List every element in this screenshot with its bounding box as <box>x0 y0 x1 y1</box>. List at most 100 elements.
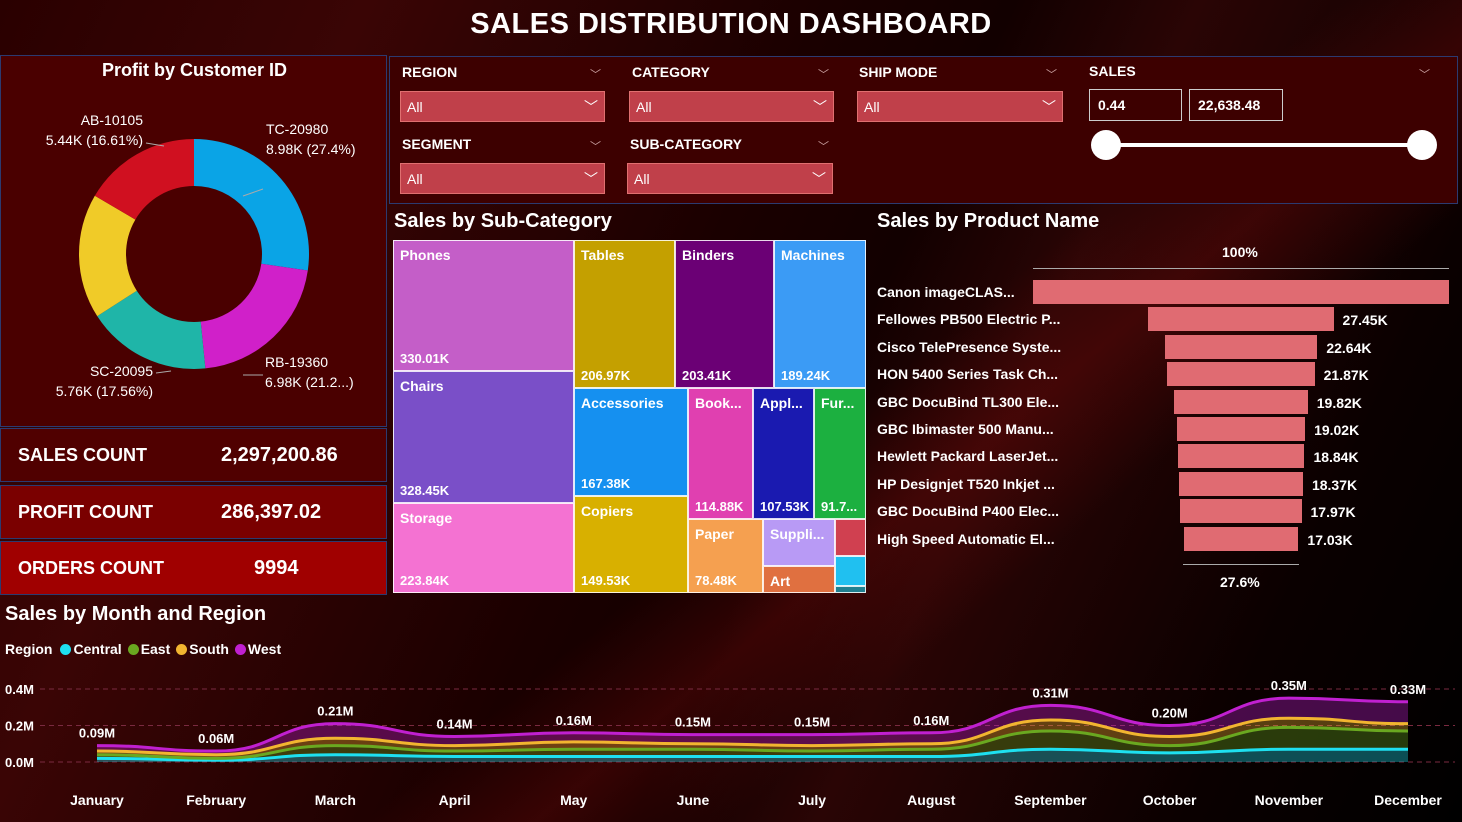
kpi-label: PROFIT COUNT <box>18 501 153 522</box>
kpi-value: 9994 <box>254 556 299 579</box>
funnel-value: 17.97K <box>1310 504 1356 521</box>
treemap-tile[interactable]: Storage 223.84K <box>393 503 574 593</box>
donut-label-value: 6.98K (21.2...) <box>265 374 354 390</box>
treemap-tile[interactable]: Book... 114.88K <box>688 388 753 519</box>
x-tick-label: June <box>677 792 710 808</box>
legend-item-east[interactable]: East <box>127 641 170 657</box>
total-data-label: 0.15M <box>675 715 711 730</box>
funnel-bar[interactable] <box>1179 471 1303 496</box>
treemap-tile[interactable] <box>835 556 866 586</box>
chevron-down-icon[interactable]: ﹀ <box>590 138 601 154</box>
treemap-tile-value: 189.24K <box>781 368 831 383</box>
treemap-tile[interactable]: Art <box>763 566 835 593</box>
treemap-tile[interactable]: Tables 206.97K <box>574 240 675 388</box>
y-tick-label: 0.2M <box>5 719 34 734</box>
funnel-top-percent: 100% <box>1222 244 1258 260</box>
treemap-tile-name: Fur... <box>821 395 855 411</box>
legend-item-central[interactable]: Central <box>60 641 122 657</box>
slider-min-handle[interactable] <box>1091 130 1121 160</box>
treemap-tile-name: Tables <box>581 247 625 263</box>
area-chart[interactable]: 0.4M 0.2M 0.0M 0.09M 0.06M 0.21M 0.14M 0.16M 0.1… <box>0 662 1462 822</box>
x-tick-label: February <box>186 792 246 808</box>
funnel-bar[interactable] <box>1164 334 1318 359</box>
treemap-tile-name: Machines <box>781 247 845 263</box>
kpi-label: ORDERS COUNT <box>18 557 165 578</box>
treemap-tile-value: 78.48K <box>695 573 737 588</box>
funnel-value: 17.03K <box>1307 531 1353 548</box>
treemap-tile[interactable]: Phones 330.01K <box>393 240 574 371</box>
x-tick-label: July <box>798 792 826 808</box>
total-data-label: 0.21M <box>317 704 353 719</box>
total-data-label: 0.06M <box>198 731 234 746</box>
funnel-bar[interactable] <box>1033 280 1449 304</box>
treemap-tile-name: Accessories <box>581 395 664 411</box>
treemap-tile[interactable]: Accessories 167.38K <box>574 388 688 496</box>
treemap-tile[interactable]: Fur... 91.7... <box>814 388 866 519</box>
chevron-down-icon[interactable]: ﹀ <box>1419 66 1430 82</box>
funnel-bar[interactable] <box>1176 417 1306 441</box>
chevron-down-icon[interactable]: ﹀ <box>1046 66 1057 82</box>
donut-label-rb: RB-19360 6.98K (21.2...) <box>265 352 354 392</box>
treemap-tile[interactable]: Appl... 107.53K <box>753 388 814 519</box>
donut-label-value: 5.76K (17.56%) <box>55 383 153 399</box>
treemap-tile-value: 330.01K <box>400 351 450 366</box>
region-select[interactable]: All ﹀ <box>400 91 605 122</box>
treemap-tile[interactable]: Paper 78.48K <box>688 519 763 593</box>
chevron-down-icon[interactable]: ﹀ <box>590 66 601 82</box>
treemap-tile[interactable] <box>835 519 866 556</box>
donut-label-id: AB-10105 <box>80 112 143 128</box>
treemap-title: Sales by Sub-Category <box>394 210 612 232</box>
funnel-bar[interactable] <box>1180 499 1302 524</box>
funnel-bar[interactable] <box>1183 526 1299 551</box>
region-filter-label: REGION <box>402 64 458 80</box>
funnel-product-name: Cisco TelePresence Syste... <box>877 338 1062 355</box>
funnel-product-name: HP Designjet T520 Inkjet ... <box>877 475 1055 492</box>
profit-by-customer-panel: Profit by Customer ID TC-20980 8.98K (27.… <box>0 55 387 427</box>
treemap-chart: Phones 330.01K Chairs 328.45K Storage 223.84K… <box>393 240 866 593</box>
sales-range-slider[interactable] <box>1106 143 1422 147</box>
category-select[interactable]: All ﹀ <box>629 91 834 122</box>
slider-max-handle[interactable] <box>1407 130 1437 160</box>
ship-mode-select[interactable]: All ﹀ <box>857 91 1063 122</box>
sales-max-input[interactable]: 22,638.48 <box>1189 89 1283 121</box>
donut-label-id: RB-19360 <box>265 354 329 370</box>
treemap-tile-value: 149.53K <box>581 573 631 588</box>
sales-min-input[interactable]: 0.44 <box>1089 89 1182 121</box>
treemap-tile-value: 107.53K <box>760 499 810 514</box>
legend-dot <box>60 644 72 655</box>
y-tick-label: 0.4M <box>5 682 34 697</box>
treemap-tile[interactable]: Chairs 328.45K <box>393 371 574 503</box>
legend-item-west[interactable]: West <box>234 641 281 657</box>
funnel-title: Sales by Product Name <box>877 210 1100 232</box>
x-tick-label: April <box>439 792 471 808</box>
funnel-product-name: Fellowes PB500 Electric P... <box>877 311 1061 328</box>
sub-category-select[interactable]: All ﹀ <box>627 163 833 194</box>
treemap-tile[interactable]: Machines 189.24K <box>774 240 866 388</box>
legend-label: Central <box>73 641 122 657</box>
legend-item-south[interactable]: South <box>176 641 229 657</box>
chevron-down-icon[interactable]: ﹀ <box>818 138 829 154</box>
donut-label-id: TC-20980 <box>266 121 329 137</box>
treemap-tile[interactable]: Binders 203.41K <box>675 240 774 388</box>
x-tick-label: October <box>1143 792 1197 808</box>
segment-select[interactable]: All ﹀ <box>400 163 605 194</box>
funnel-bar[interactable] <box>1174 389 1308 414</box>
treemap-tile[interactable] <box>835 586 866 593</box>
funnel-product-name: GBC Ibimaster 500 Manu... <box>877 421 1054 437</box>
funnel-bar[interactable] <box>1167 362 1315 387</box>
total-data-label: 0.09M <box>79 726 115 741</box>
chevron-down-icon: ﹀ <box>812 171 826 187</box>
donut-label-tc: TC-20980 8.98K (27.4%) <box>266 119 356 159</box>
funnel-bar[interactable] <box>1148 307 1334 332</box>
donut-label-id: SC-20095 <box>89 363 153 379</box>
funnel-bar[interactable] <box>1177 444 1305 469</box>
treemap-tile[interactable]: Copiers 149.53K <box>574 496 688 593</box>
funnel-product-name: HON 5400 Series Task Ch... <box>877 366 1059 383</box>
category-filter-label: CATEGORY <box>632 64 710 80</box>
kpi-label: SALES COUNT <box>18 444 148 465</box>
treemap-tile-value: 328.45K <box>400 483 450 498</box>
total-data-label: 0.14M <box>436 716 472 731</box>
total-data-label: 0.20M <box>1152 706 1188 721</box>
treemap-tile[interactable]: Suppli... <box>763 519 835 566</box>
chevron-down-icon[interactable]: ﹀ <box>818 66 829 82</box>
